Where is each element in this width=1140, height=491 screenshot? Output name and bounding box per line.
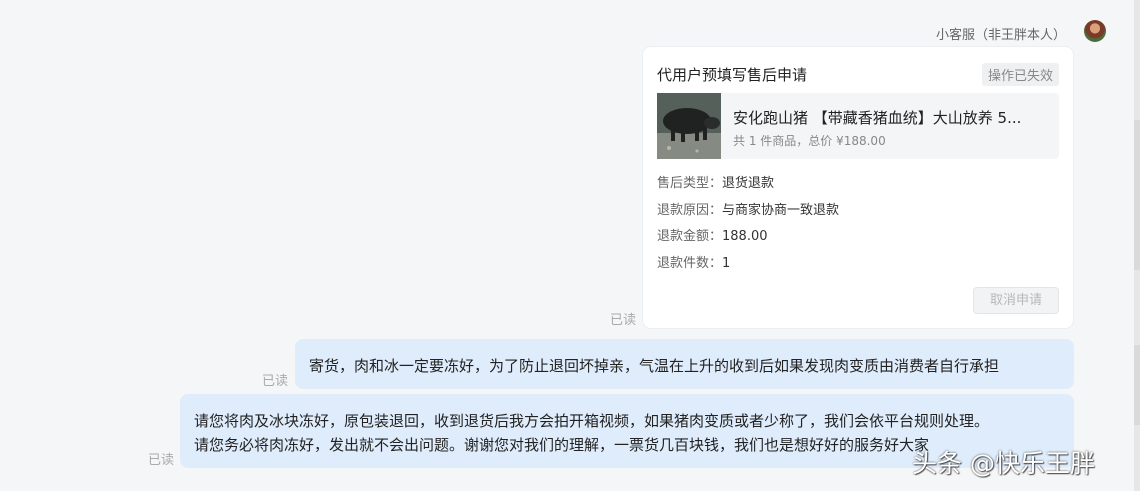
field-value: 退货退款 xyxy=(722,176,775,191)
field-value: 188.00 xyxy=(722,229,768,244)
scrollbar-track[interactable] xyxy=(1134,0,1140,491)
product-name: 安化跑山猪 【带藏香猪血统】大山放养 5... xyxy=(733,109,1022,127)
watermark: 头条 @快乐王胖 xyxy=(912,449,1095,478)
read-receipt: 已读 xyxy=(610,313,637,328)
message-text: 寄货，肉和冰一定要冻好，为了防止退回坏掉亲，气温在上升的收到后如果发现肉变质由消… xyxy=(309,357,1000,375)
field-value: 1 xyxy=(722,256,731,271)
card-title: 代用户预填写售后申请 xyxy=(657,66,808,84)
message-text: 请您将肉及冰块冻好，原包装退回，收到退货后我方会拍开箱视频，如果猪肉变质或者少称… xyxy=(194,412,990,430)
cancel-application-button[interactable]: 取消申请 xyxy=(973,287,1059,314)
field-refund-reason: 退款原因：与商家协商一致退款 xyxy=(657,199,839,218)
read-receipt: 已读 xyxy=(148,453,175,468)
field-value: 与商家协商一致退款 xyxy=(722,203,840,218)
field-label: 退款金额： xyxy=(657,229,723,244)
field-label: 售后类型： xyxy=(657,176,723,191)
pig-image-icon xyxy=(657,93,721,159)
after-sales-card: 代用户预填写售后申请 操作已失效 安化跑山猪 【带藏香猪血统】大山放养 5...… xyxy=(643,47,1073,328)
read-receipt: 已读 xyxy=(262,374,289,389)
field-label: 退款原因： xyxy=(657,203,723,218)
sender-name: 小客服（非王胖本人） xyxy=(935,28,1066,43)
field-refund-count: 退款件数：1 xyxy=(657,252,730,271)
field-after-sales-type: 售后类型：退货退款 xyxy=(657,172,774,191)
field-refund-amount: 退款金额：188.00 xyxy=(657,225,768,244)
status-badge: 操作已失效 xyxy=(981,63,1059,86)
avatar[interactable] xyxy=(1084,20,1106,42)
product-image xyxy=(657,93,721,159)
product-item[interactable]: 安化跑山猪 【带藏香猪血统】大山放养 5... 共 1 件商品，总价 ¥188.… xyxy=(657,93,1059,159)
message-text: 请您务必将肉冻好，发出就不会出问题。谢谢您对我们的理解，一票货几百块钱，我们也是… xyxy=(194,436,930,454)
product-meta: 共 1 件商品，总价 ¥188.00 xyxy=(733,134,886,148)
field-label: 退款件数： xyxy=(657,256,723,271)
message-bubble[interactable]: 寄货，肉和冰一定要冻好，为了防止退回坏掉亲，气温在上升的收到后如果发现肉变质由消… xyxy=(295,339,1074,389)
